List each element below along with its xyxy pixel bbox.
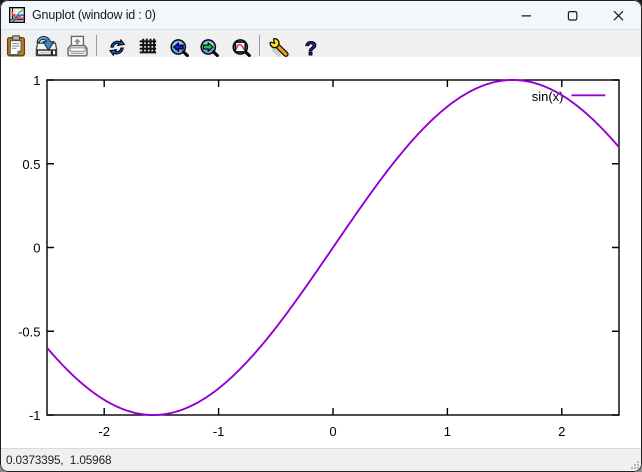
svg-text:-0.5: -0.5	[18, 325, 40, 340]
svg-text:-2: -2	[98, 424, 110, 439]
svg-text:sin(x): sin(x)	[532, 89, 564, 104]
svg-text:1: 1	[444, 424, 451, 439]
svg-text:0: 0	[329, 424, 336, 439]
svg-text:-1: -1	[29, 408, 41, 423]
svg-text:2: 2	[558, 424, 565, 439]
svg-text:1: 1	[33, 73, 40, 88]
svg-text:-1: -1	[213, 424, 225, 439]
svg-text:?: ?	[305, 38, 317, 57]
svg-text:0.5: 0.5	[22, 157, 40, 172]
svg-text:0: 0	[33, 241, 40, 256]
